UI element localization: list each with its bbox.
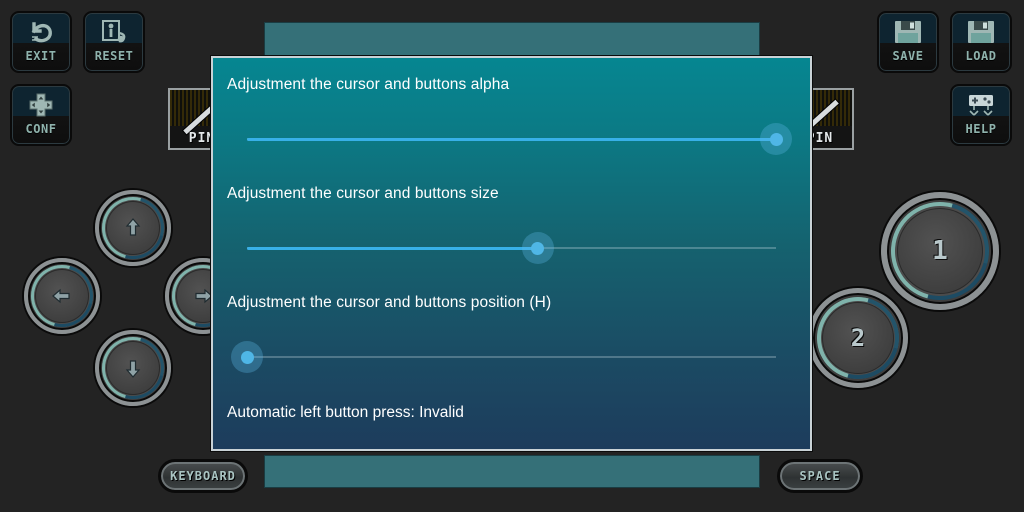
auto-left-click-status[interactable]: Automatic left button press: Invalid (227, 404, 796, 422)
reset-plug-icon (97, 18, 131, 46)
dpad-icon (24, 91, 58, 119)
dpad-down-button[interactable] (90, 325, 176, 411)
undo-arrow-icon (24, 18, 58, 46)
space-button-label: SPACE (799, 469, 841, 483)
app-screen: EXIT RESET CONF SAVE LOAD HELP PIN PIN 1… (0, 0, 1024, 512)
button-face (106, 341, 160, 395)
button-face: 1 (897, 208, 983, 294)
slider-thumb[interactable] (769, 132, 783, 146)
alpha-setting-section: Adjustment the cursor and buttons alpha (227, 76, 796, 156)
keyboard-button[interactable]: KEYBOARD (158, 459, 248, 493)
button-face (106, 201, 160, 255)
dpad-left-button[interactable] (19, 253, 105, 339)
slider-track (247, 356, 776, 358)
keyboard-button-label: KEYBOARD (170, 469, 236, 483)
help-button-label: HELP (965, 122, 997, 136)
size-slider-label: Adjustment the cursor and buttons size (227, 185, 499, 202)
gamepad-icon (964, 91, 998, 119)
button-face (35, 269, 89, 323)
reset-button-label: RESET (94, 49, 134, 63)
settings-dialog: Adjustment the cursor and buttons alpha … (210, 55, 813, 452)
load-button[interactable]: LOAD (950, 11, 1012, 73)
arrow-left-icon (52, 288, 70, 304)
position-h-setting-section: Adjustment the cursor and buttons positi… (227, 294, 796, 374)
action-button-1-label: 1 (932, 236, 948, 266)
space-button[interactable]: SPACE (777, 459, 863, 493)
position-h-slider[interactable] (231, 340, 776, 374)
top-teal-panel (264, 22, 760, 60)
bottom-teal-panel (264, 455, 760, 488)
arrow-down-icon (125, 360, 141, 378)
save-button[interactable]: SAVE (877, 11, 939, 73)
alpha-slider-label: Adjustment the cursor and buttons alpha (227, 76, 510, 93)
size-slider[interactable] (247, 231, 776, 265)
slider-thumb[interactable] (240, 350, 254, 364)
button-face: 2 (822, 302, 894, 374)
action-button-2-label: 2 (850, 324, 866, 352)
floppy-disk-icon (964, 18, 998, 46)
position-h-slider-label: Adjustment the cursor and buttons positi… (227, 294, 552, 311)
dpad-up-button[interactable] (90, 185, 176, 271)
reset-button[interactable]: RESET (83, 11, 145, 73)
action-button-2[interactable]: 2 (801, 281, 915, 395)
save-button-label: SAVE (892, 49, 924, 63)
slider-thumb[interactable] (531, 241, 545, 255)
conf-button-label: CONF (25, 122, 57, 136)
exit-button-label: EXIT (25, 49, 57, 63)
help-button[interactable]: HELP (950, 84, 1012, 146)
action-button-1[interactable]: 1 (873, 184, 1007, 318)
load-button-label: LOAD (965, 49, 997, 63)
exit-button[interactable]: EXIT (10, 11, 72, 73)
floppy-disk-icon (891, 18, 925, 46)
slider-fill (247, 246, 538, 250)
size-setting-section: Adjustment the cursor and buttons size (227, 185, 796, 265)
alpha-slider[interactable] (247, 122, 792, 156)
arrow-up-icon (125, 218, 141, 236)
conf-button[interactable]: CONF (10, 84, 72, 146)
slider-fill (247, 137, 776, 141)
